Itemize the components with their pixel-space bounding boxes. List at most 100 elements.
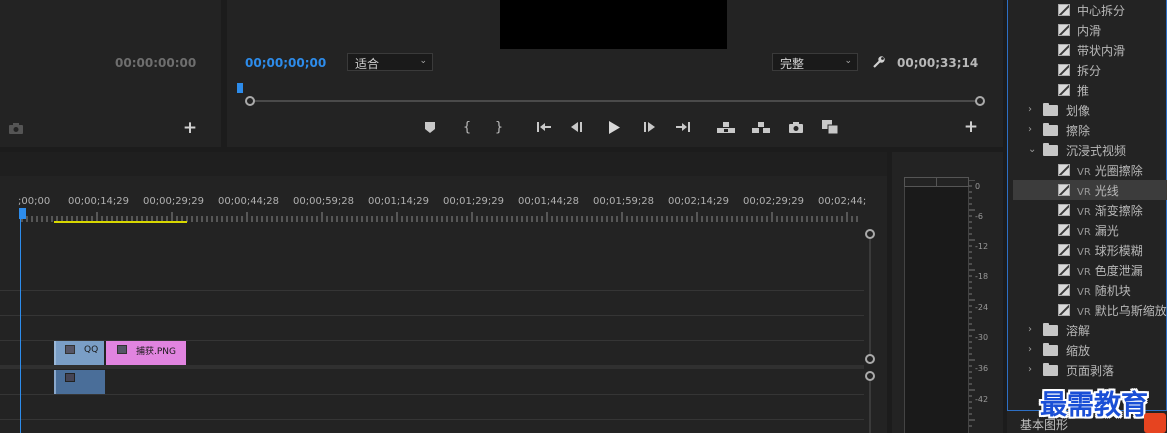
wrench-icon[interactable] (870, 53, 888, 71)
folder-label: 缩放 (1066, 344, 1091, 358)
folder-label: 溶解 (1066, 324, 1091, 338)
chevron-right-icon[interactable]: › (1028, 124, 1032, 135)
export-frame-camera-icon[interactable] (787, 118, 805, 136)
play-icon[interactable] (605, 118, 623, 136)
folder-label: 沉浸式视频 (1066, 144, 1127, 158)
add-button[interactable]: + (962, 117, 980, 137)
quality-select[interactable]: 完整 ⌄ (772, 53, 858, 71)
transition-effect-icon (1058, 224, 1070, 236)
vr-prefix: VR (1077, 287, 1091, 298)
meter-db-label: -36 (975, 364, 989, 373)
meter-db-label: -12 (975, 242, 989, 251)
meter-db-label: 0 (975, 182, 981, 191)
meter-db-label: -42 (975, 395, 989, 404)
effect-label: 球形模糊 (1094, 244, 1143, 258)
effect-item[interactable]: VR 渐变擦除 (1013, 200, 1167, 220)
transition-effect-icon (1058, 304, 1070, 316)
audio-clip[interactable] (54, 370, 105, 394)
timeline-scroll-top-handle[interactable] (865, 229, 875, 239)
folder-item[interactable]: › 溶解 (1013, 320, 1167, 340)
chevron-down-icon: ⌄ (844, 56, 852, 66)
extract-icon[interactable] (750, 118, 772, 136)
transition-effect-icon (1058, 84, 1070, 96)
step-forward-icon[interactable] (640, 118, 658, 136)
transition-effect-icon (1058, 244, 1070, 256)
vr-prefix: VR (1077, 247, 1091, 258)
effect-item[interactable]: 推 (1013, 80, 1167, 100)
folder-icon (1043, 343, 1058, 356)
effect-label: 漏光 (1094, 224, 1119, 238)
mark-out-icon[interactable]: } (490, 118, 508, 136)
ruler-label: 00;01;29;29 (443, 196, 505, 207)
chevron-right-icon[interactable]: › (1028, 364, 1032, 375)
effect-item[interactable]: VR 光圈擦除 (1013, 160, 1167, 180)
fit-select-value: 适合 (355, 57, 380, 71)
effect-label: 渐变擦除 (1094, 204, 1143, 218)
folder-item[interactable]: › 页面剥落 (1013, 360, 1167, 380)
audio-scroll-top-handle[interactable] (865, 371, 875, 381)
meter-db-label: -24 (975, 303, 989, 312)
step-back-icon[interactable] (568, 118, 586, 136)
ruler-label: ;00;00 (18, 196, 51, 207)
folder-item[interactable]: › 划像 (1013, 100, 1167, 120)
image-clip-icon (65, 345, 75, 354)
effect-item[interactable]: 内滑 (1013, 20, 1167, 40)
vr-prefix: VR (1077, 227, 1091, 238)
go-to-in-icon[interactable] (535, 118, 553, 136)
add-button[interactable]: + (181, 118, 199, 138)
program-playhead-timecode[interactable]: 00;00;00;00 (245, 56, 326, 70)
effect-item[interactable]: VR 漏光 (1013, 220, 1167, 240)
chevron-right-icon[interactable]: › (1028, 344, 1032, 355)
folder-label: 划像 (1066, 104, 1091, 118)
timeline-playhead-handle[interactable] (19, 208, 26, 219)
effect-label: 内滑 (1077, 24, 1102, 38)
effect-item[interactable]: VR 随机块 (1013, 280, 1167, 300)
ruler-label: 00;00;14;29 (68, 196, 130, 207)
effect-item-selected[interactable]: VR 光线 (1013, 180, 1167, 200)
program-playhead-marker[interactable] (237, 83, 243, 93)
effect-label: 光线 (1094, 184, 1119, 198)
effect-item[interactable]: 拆分 (1013, 60, 1167, 80)
video-clip-qq[interactable]: QQ (54, 341, 104, 365)
effect-item[interactable]: VR 球形模糊 (1013, 240, 1167, 260)
lift-icon[interactable] (715, 118, 737, 136)
audio-meter-left (904, 187, 937, 433)
video-audio-divider (0, 365, 864, 369)
folder-item[interactable]: › 擦除 (1013, 120, 1167, 140)
ruler-label: 00;02;44; (818, 196, 867, 207)
timeline-scroll-bottom-handle[interactable] (865, 354, 875, 364)
add-marker-icon[interactable] (421, 118, 439, 136)
program-scrub-bar[interactable] (245, 96, 985, 106)
effect-label: 默比乌斯缩放 (1094, 304, 1167, 318)
transition-effect-icon (1058, 164, 1070, 176)
compare-view-icon[interactable] (821, 118, 839, 136)
fit-select[interactable]: 适合 ⌄ (347, 53, 433, 71)
folder-item[interactable]: › 缩放 (1013, 340, 1167, 360)
effect-item[interactable]: 中心拆分 (1013, 0, 1167, 20)
effect-item[interactable]: VR 色度泄漏 (1013, 260, 1167, 280)
effect-item[interactable]: VR 默比乌斯缩放 (1013, 300, 1167, 320)
timeline-scroll-track[interactable] (869, 239, 871, 354)
program-video-frame (500, 0, 727, 49)
ruler-label: 00;01;59;28 (593, 196, 655, 207)
chevron-down-icon[interactable]: ⌄ (1028, 144, 1036, 155)
track-divider (0, 419, 864, 420)
chevron-right-icon[interactable]: › (1028, 324, 1032, 335)
folder-icon (1043, 103, 1058, 116)
clip-label: QQ (84, 345, 99, 355)
meter-db-label: -30 (975, 333, 989, 342)
camera-icon[interactable] (7, 119, 25, 137)
chevron-right-icon[interactable]: › (1028, 104, 1032, 115)
vr-prefix: VR (1077, 267, 1091, 278)
folder-item[interactable]: ⌄ 沉浸式视频 (1013, 140, 1167, 160)
quality-select-value: 完整 (780, 57, 805, 71)
audio-scroll-track[interactable] (869, 381, 871, 433)
effect-item[interactable]: 带状内滑 (1013, 40, 1167, 60)
track-divider (0, 315, 864, 316)
mark-in-icon[interactable]: { (458, 118, 476, 136)
work-area-bar[interactable] (54, 221, 187, 223)
effect-label: 随机块 (1094, 284, 1131, 298)
source-monitor-panel: 00:00:00:00 + (0, 0, 221, 147)
go-to-out-icon[interactable] (674, 118, 692, 136)
video-clip-capture[interactable]: 捕获.PNG (106, 341, 186, 365)
